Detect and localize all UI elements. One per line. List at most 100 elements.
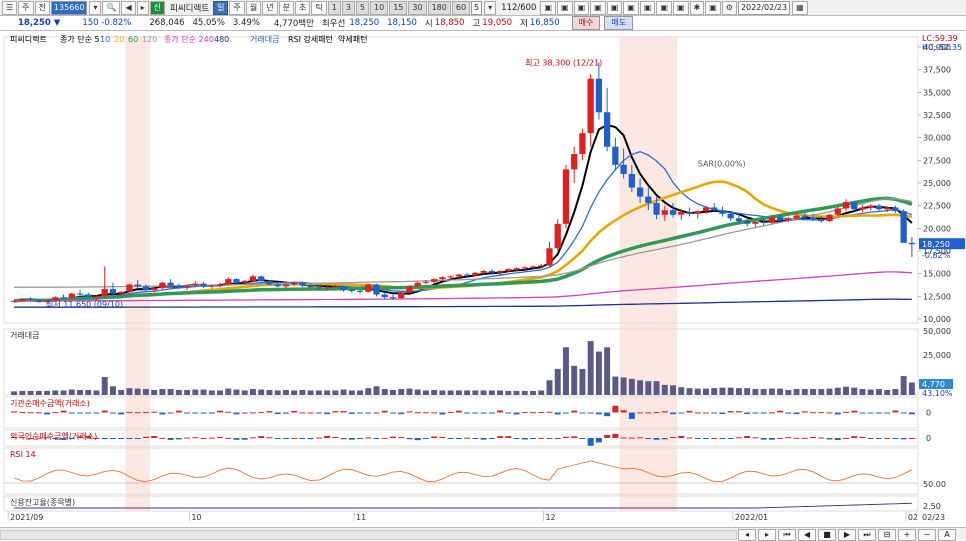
volume-bar (900, 376, 907, 395)
toolbar-n180-button[interactable]: 180 (427, 0, 451, 15)
inst-bar (538, 412, 545, 414)
candle-body (793, 215, 800, 219)
candle-body (546, 248, 553, 266)
toolbar-next-button[interactable]: ▸ (136, 0, 149, 15)
toolbar-t_ju-button[interactable]: 주 (229, 0, 245, 15)
candle-body (678, 212, 685, 215)
toolbar-codedrop-button[interactable]: ▾ (89, 0, 102, 15)
toolbar-b3-button[interactable]: ▣ (573, 0, 590, 15)
toolbar-search-button[interactable]: 🔍 (102, 0, 121, 15)
candle-body (332, 286, 339, 288)
toolbar-b12-button[interactable]: ⚙ (721, 0, 737, 15)
candle-body (538, 265, 545, 267)
toolbar-ncdrop-button[interactable]: ▾ (484, 0, 497, 15)
scroll-control-2[interactable]: ⏮ (778, 529, 796, 541)
scroll-control-8[interactable]: + (898, 529, 916, 541)
highlight-band-1 (619, 37, 678, 511)
inst-bar (562, 412, 569, 414)
legend-item-9: RSI 강세패턴 (288, 34, 333, 44)
toolbar-n60-button[interactable]: 60 (451, 0, 471, 15)
inst-bar (513, 412, 520, 415)
toolbar-n15-button[interactable]: 15 (389, 0, 408, 15)
toolbar-n5-button[interactable]: 5 (355, 0, 370, 15)
scroll-track[interactable] (0, 530, 737, 540)
volume-bar (19, 390, 26, 395)
toolbar-n3-button[interactable]: 3 (341, 0, 355, 15)
toolbar-b7-button[interactable]: ▣ (639, 0, 656, 15)
toolbar-period-button[interactable]: 주 (18, 0, 34, 15)
foreign-bar (859, 436, 866, 438)
volume-bar (52, 390, 59, 395)
toolbar-date-field[interactable]: 2022/02/23 (737, 0, 791, 15)
toolbar-code-field[interactable]: 135660 (50, 0, 88, 15)
volume-bar (768, 388, 775, 395)
toolbar-b4-button[interactable]: ▣ (590, 0, 606, 15)
toolbar-shin-button[interactable]: 신 (149, 0, 165, 15)
scroll-control-3[interactable]: ◀ (798, 529, 816, 541)
inst-bar (85, 412, 92, 414)
lc-label: LC:59.39 (922, 34, 958, 43)
toolbar-ncustom-field[interactable]: 5 (471, 0, 483, 15)
toolbar-t_bun-button[interactable]: 분 (278, 0, 294, 15)
scroll-control-7[interactable]: ⊟ (878, 529, 896, 541)
candle-body (818, 219, 825, 222)
foreign-bar (439, 436, 446, 438)
foreign-bar (900, 438, 907, 440)
foreign-bar (719, 438, 726, 439)
inst-bar (801, 411, 808, 413)
toolbar-n30-button[interactable]: 30 (408, 0, 427, 15)
toolbar-b9-button[interactable]: ▣ (672, 0, 689, 15)
scroll-control-1[interactable]: ▸ (758, 529, 776, 541)
toolbar-all-button[interactable]: 전 (34, 0, 50, 15)
toolbar-b8-button[interactable]: ▣ (656, 0, 672, 15)
toolbar-t_wol-button[interactable]: 월 (245, 0, 262, 15)
volume-bar (200, 389, 207, 395)
toolbar-b6-button[interactable]: ▣ (623, 0, 639, 15)
candle-body (398, 292, 405, 299)
scroll-control-0[interactable]: ◂ (738, 529, 756, 541)
toolbar-t_cho-button[interactable]: 초 (294, 0, 311, 15)
toolbar-n10-button[interactable]: 10 (370, 0, 389, 15)
foreign-bar (851, 436, 858, 438)
scroll-control-5[interactable]: ▶ (838, 529, 856, 541)
panel-label-inst: 기관순매수금액(거래소) (10, 398, 90, 408)
scroll-control-9[interactable]: − (918, 529, 936, 541)
toolbar-cal-button[interactable]: ▦ (792, 0, 808, 15)
volume-bar (834, 387, 841, 395)
toolbar-b2-button[interactable]: ▣ (557, 0, 573, 15)
toolbar-n1-button[interactable]: 1 (327, 0, 341, 15)
toolbar-b5-button[interactable]: ▣ (606, 0, 623, 15)
volume-bar (892, 389, 899, 395)
price-tick-label: 12,500 (923, 292, 951, 301)
toolbar-b10-button[interactable]: ✱ (689, 0, 705, 15)
inst-bar (27, 412, 34, 414)
sell-button[interactable]: 매도 (604, 16, 634, 30)
foreign-bar (546, 438, 553, 439)
chart-scrollbar[interactable]: ◂ ▸ ⏮ ◀ ■ ▶ ⏭ ⊟ + − A (0, 527, 966, 541)
stock-chart[interactable]: 40,00037,50035,00032,50030,00027,50025,0… (0, 31, 966, 527)
candle-body (744, 221, 751, 224)
inst-bar (628, 412, 635, 420)
inst-bar (11, 411, 18, 413)
candle-body (463, 274, 471, 276)
credit-tick: 2.50 (923, 502, 941, 511)
inst-tick: 0 (926, 409, 931, 418)
toolbar-b11-button[interactable]: ▣ (705, 0, 721, 15)
foreign-bar (464, 437, 471, 439)
toolbar-t_nyeon-button[interactable]: 년 (262, 0, 278, 15)
toolbar-list-button[interactable]: ☰ (2, 0, 18, 15)
foreign-bar (637, 437, 644, 439)
low-label: 저 (520, 19, 528, 29)
toolbar-t_il-button[interactable]: 일 (213, 0, 229, 15)
volume-bar (348, 390, 355, 395)
buy-button[interactable]: 매수 (571, 16, 601, 30)
candle-body (142, 286, 150, 290)
scroll-control-4[interactable]: ■ (818, 529, 836, 541)
foreign-bar (398, 437, 405, 439)
toolbar-b1-button[interactable]: ▣ (540, 0, 557, 15)
scroll-control-10[interactable]: A (938, 529, 956, 541)
inst-bar (884, 412, 891, 414)
toolbar-t_tik-button[interactable]: 틱 (311, 0, 327, 15)
scroll-control-6[interactable]: ⏭ (858, 529, 876, 541)
toolbar-prev-button[interactable]: ◀ (121, 0, 136, 15)
